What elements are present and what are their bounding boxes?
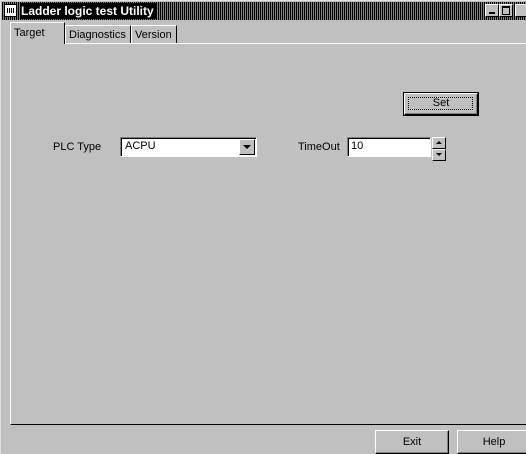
spin-down-icon[interactable] <box>432 149 446 161</box>
app-icon[interactable] <box>4 4 17 17</box>
focus-rectangle <box>408 97 473 110</box>
timeout-label: TimeOut <box>298 141 340 153</box>
spin-up-icon[interactable] <box>432 137 446 149</box>
timeout-spinner[interactable] <box>432 137 446 161</box>
window-title: Ladder logic test Utility <box>21 3 157 19</box>
set-button[interactable]: Set <box>403 92 479 116</box>
help-button[interactable]: Help <box>457 430 526 454</box>
plc-type-label: PLC Type <box>53 141 102 153</box>
plc-type-select[interactable]: ACPU <box>120 137 257 157</box>
close-button[interactable] <box>515 4 526 17</box>
timeout-value: 10 <box>351 140 364 152</box>
timeout-input[interactable]: 10 <box>347 137 431 157</box>
title-bar[interactable]: Ladder logic test Utility <box>2 2 526 20</box>
tab-version[interactable]: Version <box>131 25 177 43</box>
plc-type-value: ACPU <box>125 140 156 152</box>
tab-target[interactable]: Target <box>10 22 65 44</box>
tab-diagnostics[interactable]: Diagnostics <box>65 25 131 43</box>
dropdown-arrow-icon[interactable] <box>239 139 255 155</box>
maximize-button[interactable] <box>499 4 513 17</box>
minimize-button[interactable] <box>485 4 499 17</box>
ladder-logic-test-window: Ladder logic test Utility Target Diagnos… <box>0 0 526 454</box>
exit-button[interactable]: Exit <box>375 430 449 454</box>
